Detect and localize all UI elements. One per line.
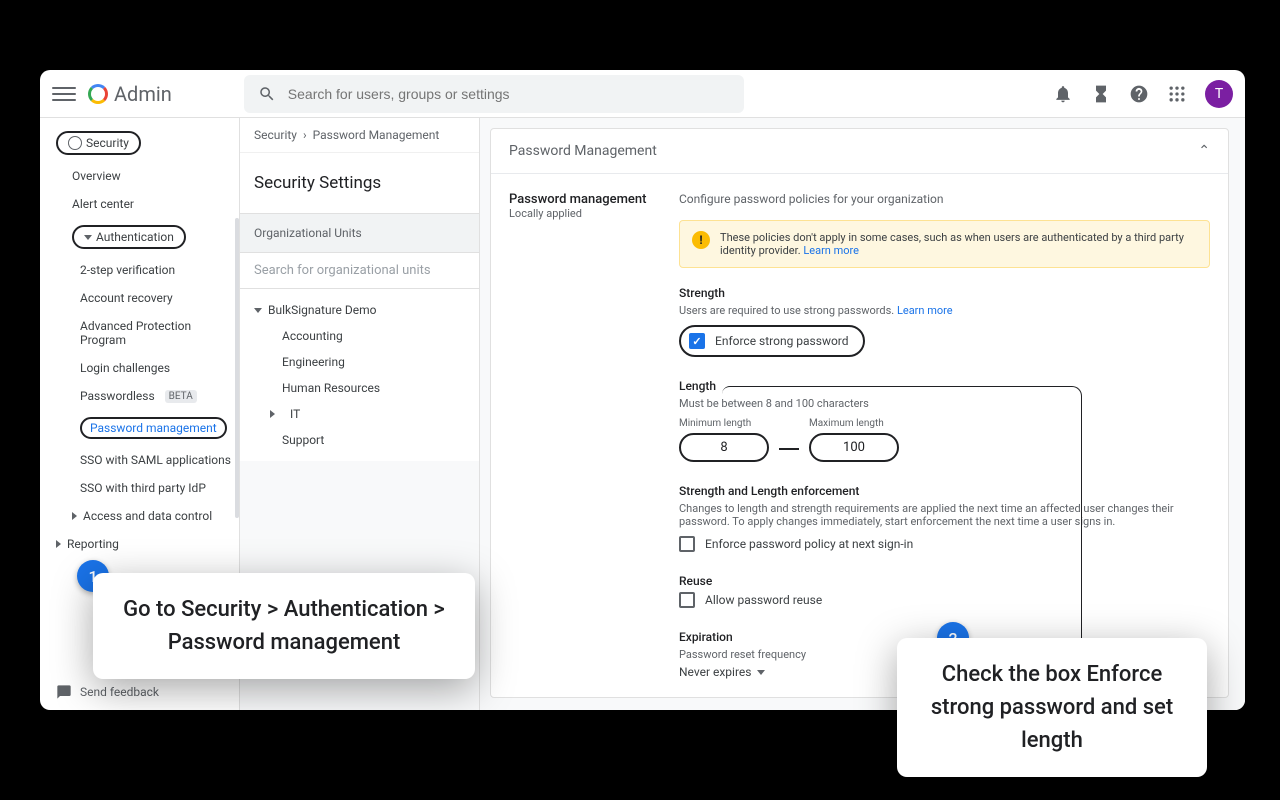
bell-icon[interactable] [1053, 84, 1073, 104]
sidebar-item-account-recovery[interactable]: Account recovery [40, 284, 239, 312]
step-callout-1: Go to Security > Authentication > Passwo… [93, 573, 475, 679]
sidebar-item-reporting[interactable]: Reporting [40, 530, 239, 558]
sidebar-item-authentication[interactable]: Authentication [40, 218, 239, 256]
scrollbar[interactable] [235, 218, 239, 518]
feedback-icon [56, 684, 72, 700]
search-input[interactable] [288, 86, 730, 102]
ou-tree: BulkSignature Demo Accounting Engineerin… [240, 289, 479, 461]
chevron-down-icon [84, 235, 92, 240]
step-callout-2: Check the box Enforce strong password an… [897, 638, 1207, 777]
card-title: Password management [509, 192, 659, 207]
sidebar-item-adv-protection[interactable]: Advanced Protection Program [40, 312, 239, 354]
sidebar-item-sso-saml[interactable]: SSO with SAML applications [40, 446, 239, 474]
chevron-down-icon [254, 308, 262, 313]
ou-root[interactable]: BulkSignature Demo [240, 297, 479, 323]
chevron-right-icon [72, 512, 77, 520]
breadcrumb-current: Password Management [313, 128, 440, 142]
google-logo-icon [88, 84, 108, 104]
chevron-right-icon [270, 410, 275, 418]
checkbox-unchecked-icon [679, 592, 695, 608]
globe-icon [68, 136, 82, 150]
ou-item[interactable]: IT [240, 401, 479, 427]
enforce-signin-checkbox[interactable]: Enforce password policy at next sign-in [679, 536, 1210, 552]
breadcrumb: Security›Password Management [240, 118, 479, 153]
ou-item[interactable]: Accounting [240, 323, 479, 349]
panel-title: Security Settings [240, 153, 479, 213]
min-length-label: Minimum length [679, 418, 769, 429]
sidebar-item-alert-center[interactable]: Alert center [40, 190, 239, 218]
chevron-down-icon [757, 670, 765, 675]
max-length-input[interactable]: 100 [809, 433, 899, 462]
app-name: Admin [114, 82, 172, 106]
send-feedback-link[interactable]: Send feedback [56, 684, 159, 700]
sl-subtitle: Changes to length and strength requireme… [679, 502, 1210, 528]
length-subtitle: Must be between 8 and 100 characters [679, 397, 1210, 410]
ou-item[interactable]: Support [240, 427, 479, 453]
header-bar: Admin T [40, 70, 1245, 118]
help-icon[interactable] [1129, 84, 1149, 104]
warning-icon: ! [692, 231, 710, 249]
sidebar-item-overview[interactable]: Overview [40, 162, 239, 190]
allow-reuse-checkbox[interactable]: Allow password reuse [679, 592, 1210, 608]
breadcrumb-root[interactable]: Security [254, 128, 297, 142]
ou-header: Organizational Units [240, 213, 479, 253]
learn-more-link[interactable]: Learn more [897, 304, 953, 317]
enforce-strong-checkbox[interactable]: Enforce strong password [679, 325, 865, 357]
connector-line [779, 448, 799, 450]
chevron-right-icon [56, 540, 61, 548]
reuse-title: Reuse [679, 574, 1210, 588]
sl-title: Strength and Length enforcement [679, 484, 1210, 498]
card-subtitle: Locally applied [509, 207, 659, 220]
header-actions: T [1053, 80, 1233, 108]
sidebar-item-2step[interactable]: 2-step verification [40, 256, 239, 284]
learn-more-link[interactable]: Learn more [803, 244, 859, 257]
product-logo[interactable]: Admin [88, 82, 172, 106]
avatar[interactable]: T [1205, 80, 1233, 108]
ou-item[interactable]: Engineering [240, 349, 479, 375]
strength-title: Strength [679, 286, 1210, 300]
sidebar-item-passwordless[interactable]: PasswordlessBETA [40, 382, 239, 410]
configure-description: Configure password policies for your org… [679, 192, 1210, 206]
search-icon [258, 85, 276, 103]
ou-search-input[interactable]: Search for organizational units [240, 253, 479, 289]
section-header[interactable]: Password Management ⌃ [491, 129, 1228, 174]
main-content: Password Management ⌃ Password managemen… [480, 118, 1245, 710]
search-box[interactable] [244, 75, 744, 113]
beta-badge: BETA [165, 390, 197, 403]
sidebar-item-password-mgmt[interactable]: Password management [40, 410, 239, 446]
sidebar-item-access-data[interactable]: Access and data control [40, 502, 239, 530]
warning-banner: ! These policies don't apply in some cas… [679, 220, 1210, 268]
sidebar-item-security[interactable]: Security [40, 124, 239, 162]
ou-item[interactable]: Human Resources [240, 375, 479, 401]
apps-icon[interactable] [1167, 84, 1187, 104]
checkbox-checked-icon [689, 333, 705, 349]
sidebar-item-login-challenges[interactable]: Login challenges [40, 354, 239, 382]
checkbox-unchecked-icon [679, 536, 695, 552]
menu-icon[interactable] [52, 82, 76, 106]
hourglass-icon[interactable] [1091, 84, 1111, 104]
length-title: Length [679, 379, 1210, 393]
chevron-up-icon: ⌃ [1198, 143, 1210, 159]
min-length-input[interactable]: 8 [679, 433, 769, 462]
max-length-label: Maximum length [809, 418, 899, 429]
sidebar-item-sso-third[interactable]: SSO with third party IdP [40, 474, 239, 502]
